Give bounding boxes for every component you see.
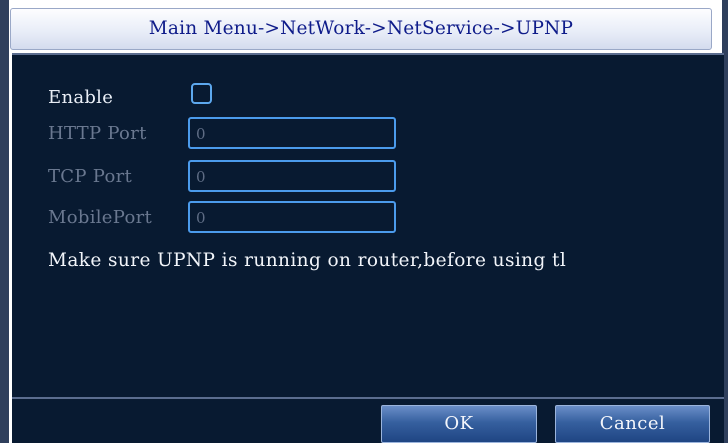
ok-button[interactable]: OK xyxy=(381,405,537,443)
upnp-dialog: Main Menu->NetWork->NetService->UPNP Ena… xyxy=(0,0,728,443)
enable-checkbox[interactable] xyxy=(191,83,212,104)
tcp-port-value: 0 xyxy=(196,168,206,186)
dialog-title-bar: Main Menu->NetWork->NetService->UPNP xyxy=(10,8,712,50)
tcp-port-input[interactable]: 0 xyxy=(188,160,396,192)
tcp-port-label: TCP Port xyxy=(48,166,133,187)
http-port-input[interactable]: 0 xyxy=(188,117,396,149)
mobile-port-label: MobilePort xyxy=(48,207,153,228)
http-port-label: HTTP Port xyxy=(48,123,147,144)
mobile-port-input[interactable]: 0 xyxy=(188,201,396,233)
enable-label: Enable xyxy=(48,87,114,108)
http-port-value: 0 xyxy=(196,125,206,143)
cancel-button[interactable]: Cancel xyxy=(555,405,710,443)
dialog-title: Main Menu->NetWork->NetService->UPNP xyxy=(148,18,574,39)
window-left-edge xyxy=(0,0,9,443)
mobile-port-value: 0 xyxy=(196,209,206,227)
upnp-note-text: Make sure UPNP is running on router,befo… xyxy=(48,250,567,271)
